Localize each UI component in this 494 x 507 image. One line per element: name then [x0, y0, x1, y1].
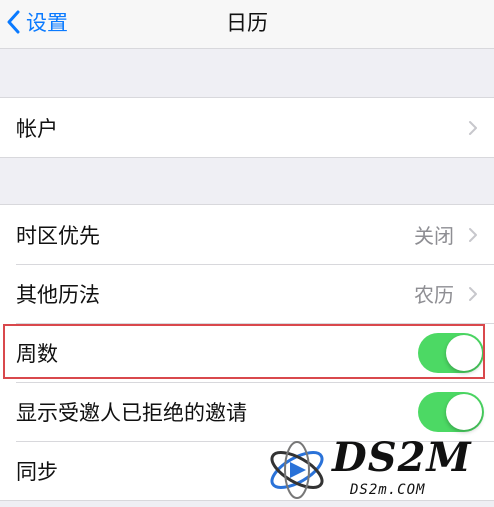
timezone-override-value: 关闭	[414, 224, 454, 248]
alternate-calendars-value: 农历	[414, 283, 454, 307]
watermark-brand: DS2M	[332, 434, 472, 481]
timezone-override-row[interactable]: 时区优先 关闭	[0, 205, 494, 264]
timezone-override-label: 时区优先	[16, 223, 100, 248]
watermark: DS2M DS2m.COM	[262, 430, 494, 507]
chevron-right-icon	[469, 286, 477, 301]
week-numbers-row: 周数	[0, 323, 494, 382]
alternate-calendars-label: 其他历法	[16, 282, 100, 307]
chevron-right-icon	[469, 120, 477, 135]
week-numbers-label: 周数	[16, 341, 58, 366]
account-group: 帐户	[0, 97, 494, 158]
nav-bar: 设置 日历	[0, 0, 494, 49]
page-title: 日历	[226, 11, 268, 35]
alternate-calendars-row[interactable]: 其他历法 农历	[0, 264, 494, 323]
toggle-knob	[446, 334, 482, 371]
accounts-label: 帐户	[16, 116, 58, 141]
accounts-row[interactable]: 帐户	[0, 98, 494, 157]
watermark-domain: DS2m.COM	[350, 482, 426, 498]
show-declined-toggle[interactable]	[418, 391, 484, 432]
atom-logo-icon	[270, 441, 324, 499]
chevron-right-icon	[469, 227, 477, 242]
toggle-knob	[446, 393, 482, 430]
show-declined-label: 显示受邀人已拒绝的邀请	[16, 400, 247, 425]
week-numbers-toggle[interactable]	[418, 332, 484, 373]
